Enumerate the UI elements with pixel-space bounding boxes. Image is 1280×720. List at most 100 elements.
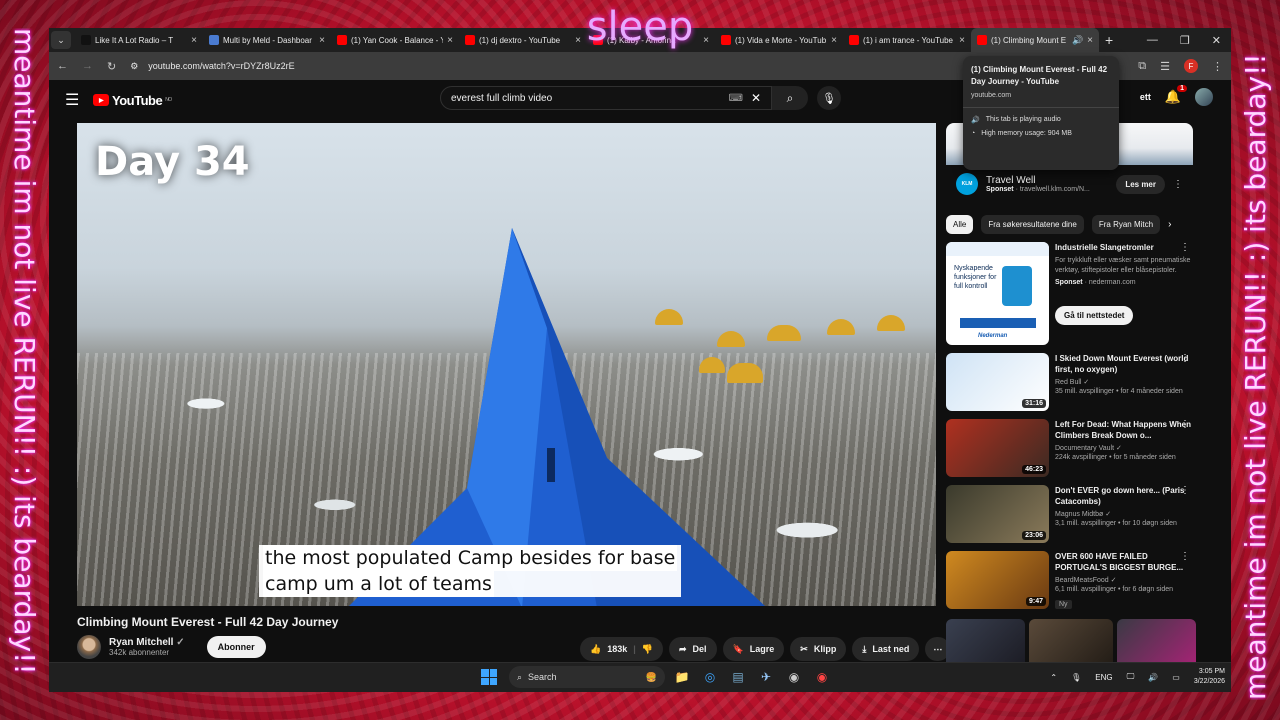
channel-name[interactable]: Ryan Mitchell ✓ bbox=[109, 637, 185, 648]
download-button[interactable]: ⤓ Last ned bbox=[852, 637, 920, 661]
notifications-button[interactable]: 🔔 1 bbox=[1165, 85, 1187, 105]
voice-search-button[interactable]: 🎙 bbox=[817, 86, 841, 110]
recommended-video[interactable]: 9:47 OVER 600 HAVE FAILED PORTUGAL'S BIGG… bbox=[946, 551, 1196, 611]
language-indicator[interactable]: ENG bbox=[1095, 673, 1112, 682]
camp-tent bbox=[767, 325, 801, 341]
battery-icon[interactable]: ▭ bbox=[1172, 673, 1180, 682]
product-ad-brand: Nederman bbox=[978, 333, 1008, 339]
url-field[interactable]: ⚙ youtube.com/watch?v=rDYZr8Uz2rE bbox=[130, 61, 294, 72]
product-ad-title: Industrielle Slangetromler bbox=[1055, 243, 1154, 252]
reading-list-icon[interactable]: ☰ bbox=[1160, 60, 1170, 73]
bookmark-icon: 🔖 bbox=[732, 643, 744, 654]
search-input[interactable]: everest full climb video ⌨ ✕ bbox=[440, 86, 772, 110]
app-icon[interactable]: ✈ bbox=[755, 666, 777, 688]
rec-channel[interactable]: BeardMeatsFood ✓ bbox=[1055, 576, 1196, 584]
youtube-play-icon: ▶ bbox=[93, 94, 109, 106]
start-button[interactable] bbox=[481, 669, 497, 685]
caption-line-1: the most populated Camp besides for base bbox=[263, 545, 678, 571]
save-button[interactable]: 🔖 Lagre bbox=[722, 637, 785, 661]
video-thumbnail[interactable]: 23:06 bbox=[946, 485, 1049, 543]
menu-icon[interactable]: ☰ bbox=[65, 90, 93, 110]
system-tray: ⌃ 🎙 ENG 🖵 🔊 ▭ 3:05 PM 3/22/2026 bbox=[1050, 667, 1225, 687]
youtube-wordmark: YouTube bbox=[112, 92, 163, 108]
rec-more-icon[interactable]: ⋮ bbox=[1180, 353, 1190, 364]
verified-icon: ✓ bbox=[1083, 379, 1090, 386]
video-duration: 9:47 bbox=[1025, 597, 1046, 606]
channel-avatar[interactable] bbox=[77, 635, 101, 659]
ad-more-icon[interactable]: ⋮ bbox=[1173, 179, 1183, 190]
sponsored-product[interactable]: Nyskapende funksjoner for full kontroll … bbox=[946, 242, 1196, 345]
recommended-video[interactable]: 31:16 I Skied Down Mount Everest (world f… bbox=[946, 353, 1196, 411]
video-thumbnail[interactable]: 9:47 bbox=[946, 551, 1049, 609]
clip-button[interactable]: ✂ Klipp bbox=[790, 637, 847, 661]
video-duration: 31:16 bbox=[1022, 399, 1046, 408]
account-avatar[interactable] bbox=[1195, 88, 1213, 106]
video-caption: the most populated Camp besides for base… bbox=[259, 545, 682, 597]
rec-title: Don't EVER go down here... (Paris Cataco… bbox=[1055, 486, 1185, 506]
tray-overflow-icon[interactable]: ⌃ bbox=[1050, 673, 1057, 682]
back-icon[interactable]: ← bbox=[57, 60, 68, 72]
product-ad-more-icon[interactable]: ⋮ bbox=[1180, 242, 1190, 253]
browser-menu-icon[interactable]: ⋮ bbox=[1212, 60, 1223, 73]
volume-icon[interactable]: 🔊 bbox=[1148, 673, 1158, 682]
search-value: everest full climb video bbox=[451, 92, 553, 104]
keyboard-icon[interactable]: ⌨ bbox=[729, 93, 743, 104]
mic-tray-icon[interactable]: 🎙 bbox=[1071, 673, 1081, 682]
sidebar: KLM Travel Well Sponset · travelwell.klm… bbox=[946, 123, 1196, 671]
browser-window: ⌄ Like It A Lot Radio – T × Multi by Meld … bbox=[49, 28, 1231, 692]
edge-icon[interactable]: ◎ bbox=[699, 666, 721, 688]
video-duration: 23:06 bbox=[1022, 531, 1046, 540]
rec-more-icon[interactable]: ⋮ bbox=[1180, 419, 1190, 430]
recommended-video[interactable]: 23:06 Don't EVER go down here... (Paris C… bbox=[946, 485, 1196, 543]
rec-more-icon[interactable]: ⋮ bbox=[1180, 485, 1190, 496]
visit-site-button[interactable]: Gå til nettstedet bbox=[1055, 306, 1134, 325]
thumbs-down-icon: 👎 bbox=[641, 643, 653, 654]
site-info-icon[interactable]: ⚙ bbox=[130, 61, 138, 72]
reload-icon[interactable]: ↻ bbox=[107, 60, 116, 73]
camp-tent bbox=[877, 315, 905, 331]
search-icon: ⌕ bbox=[786, 90, 794, 105]
rec-channel[interactable]: Magnus Midtbø ✓ bbox=[1055, 510, 1196, 518]
taskbar-search[interactable]: ⌕ Search 🍔 bbox=[509, 666, 665, 688]
forward-icon[interactable]: → bbox=[82, 60, 93, 72]
recommended-video[interactable]: 46:23 Left For Dead: What Happens When Cl… bbox=[946, 419, 1196, 477]
video-actions: 👍 183k | 👎 ➦ Del 🔖 Lagre ✂ Klipp ⤓ Last ned ⋯ bbox=[580, 637, 951, 661]
header-actions: ett 🔔 1 bbox=[1140, 85, 1213, 106]
rec-channel[interactable]: Red Bull ✓ bbox=[1055, 378, 1196, 386]
video-player[interactable]: Day 34 the most populated Camp besides f… bbox=[77, 123, 936, 606]
profile-avatar[interactable]: F bbox=[1184, 59, 1198, 73]
create-button[interactable]: ett bbox=[1140, 92, 1151, 102]
video-thumbnail[interactable]: 46:23 bbox=[946, 419, 1049, 477]
rec-more-icon[interactable]: ⋮ bbox=[1180, 551, 1190, 562]
clock[interactable]: 3:05 PM 3/22/2026 bbox=[1194, 667, 1225, 687]
search-button[interactable]: ⌕ bbox=[772, 86, 808, 110]
chevron-right-icon[interactable]: › bbox=[1168, 219, 1171, 230]
chrome-icon[interactable]: ◉ bbox=[811, 666, 833, 688]
chip-from-channel[interactable]: Fra Ryan Mitch bbox=[1091, 215, 1161, 234]
network-icon[interactable]: 🖵 bbox=[1127, 672, 1135, 682]
ad-learn-more-button[interactable]: Les mer bbox=[1116, 174, 1165, 194]
product-ad-image[interactable]: Nyskapende funksjoner for full kontroll … bbox=[946, 242, 1049, 345]
like-button[interactable]: 👍 183k | 👎 bbox=[580, 637, 663, 661]
youtube-logo[interactable]: ▶ YouTube NO bbox=[93, 93, 172, 108]
hover-card-title: (1) Climbing Mount Everest - Full 42 Day… bbox=[971, 65, 1108, 86]
rec-channel[interactable]: Documentary Vault ✓ bbox=[1055, 444, 1196, 452]
file-explorer-icon[interactable]: 📁 bbox=[671, 666, 693, 688]
klm-logo: KLM bbox=[956, 173, 978, 195]
share-button[interactable]: ➦ Del bbox=[669, 637, 717, 661]
store-icon[interactable]: ▤ bbox=[727, 666, 749, 688]
subscribe-button[interactable]: Abonner bbox=[206, 636, 266, 658]
obs-icon[interactable]: ◉ bbox=[783, 666, 805, 688]
chip-from-search[interactable]: Fra søkeresultatene dine bbox=[981, 215, 1084, 234]
chip-all[interactable]: Alle bbox=[946, 215, 974, 234]
extensions-icon[interactable]: ⧉ bbox=[1138, 60, 1146, 73]
clear-search-icon[interactable]: ✕ bbox=[751, 91, 761, 105]
video-duration: 46:23 bbox=[1022, 465, 1046, 474]
verified-icon: ✓ bbox=[176, 637, 185, 648]
video-thumbnail[interactable]: 31:16 bbox=[946, 353, 1049, 411]
region-code: NO bbox=[165, 97, 172, 103]
rec-meta: 6,1 mill. avspillinger • for 6 døgn side… bbox=[1055, 586, 1174, 593]
overlay-left-text: meantime im not live RERUN!! :) its bear… bbox=[8, 28, 41, 675]
ad-title: Travel Well bbox=[986, 175, 1036, 186]
share-icon: ➦ bbox=[679, 643, 687, 654]
